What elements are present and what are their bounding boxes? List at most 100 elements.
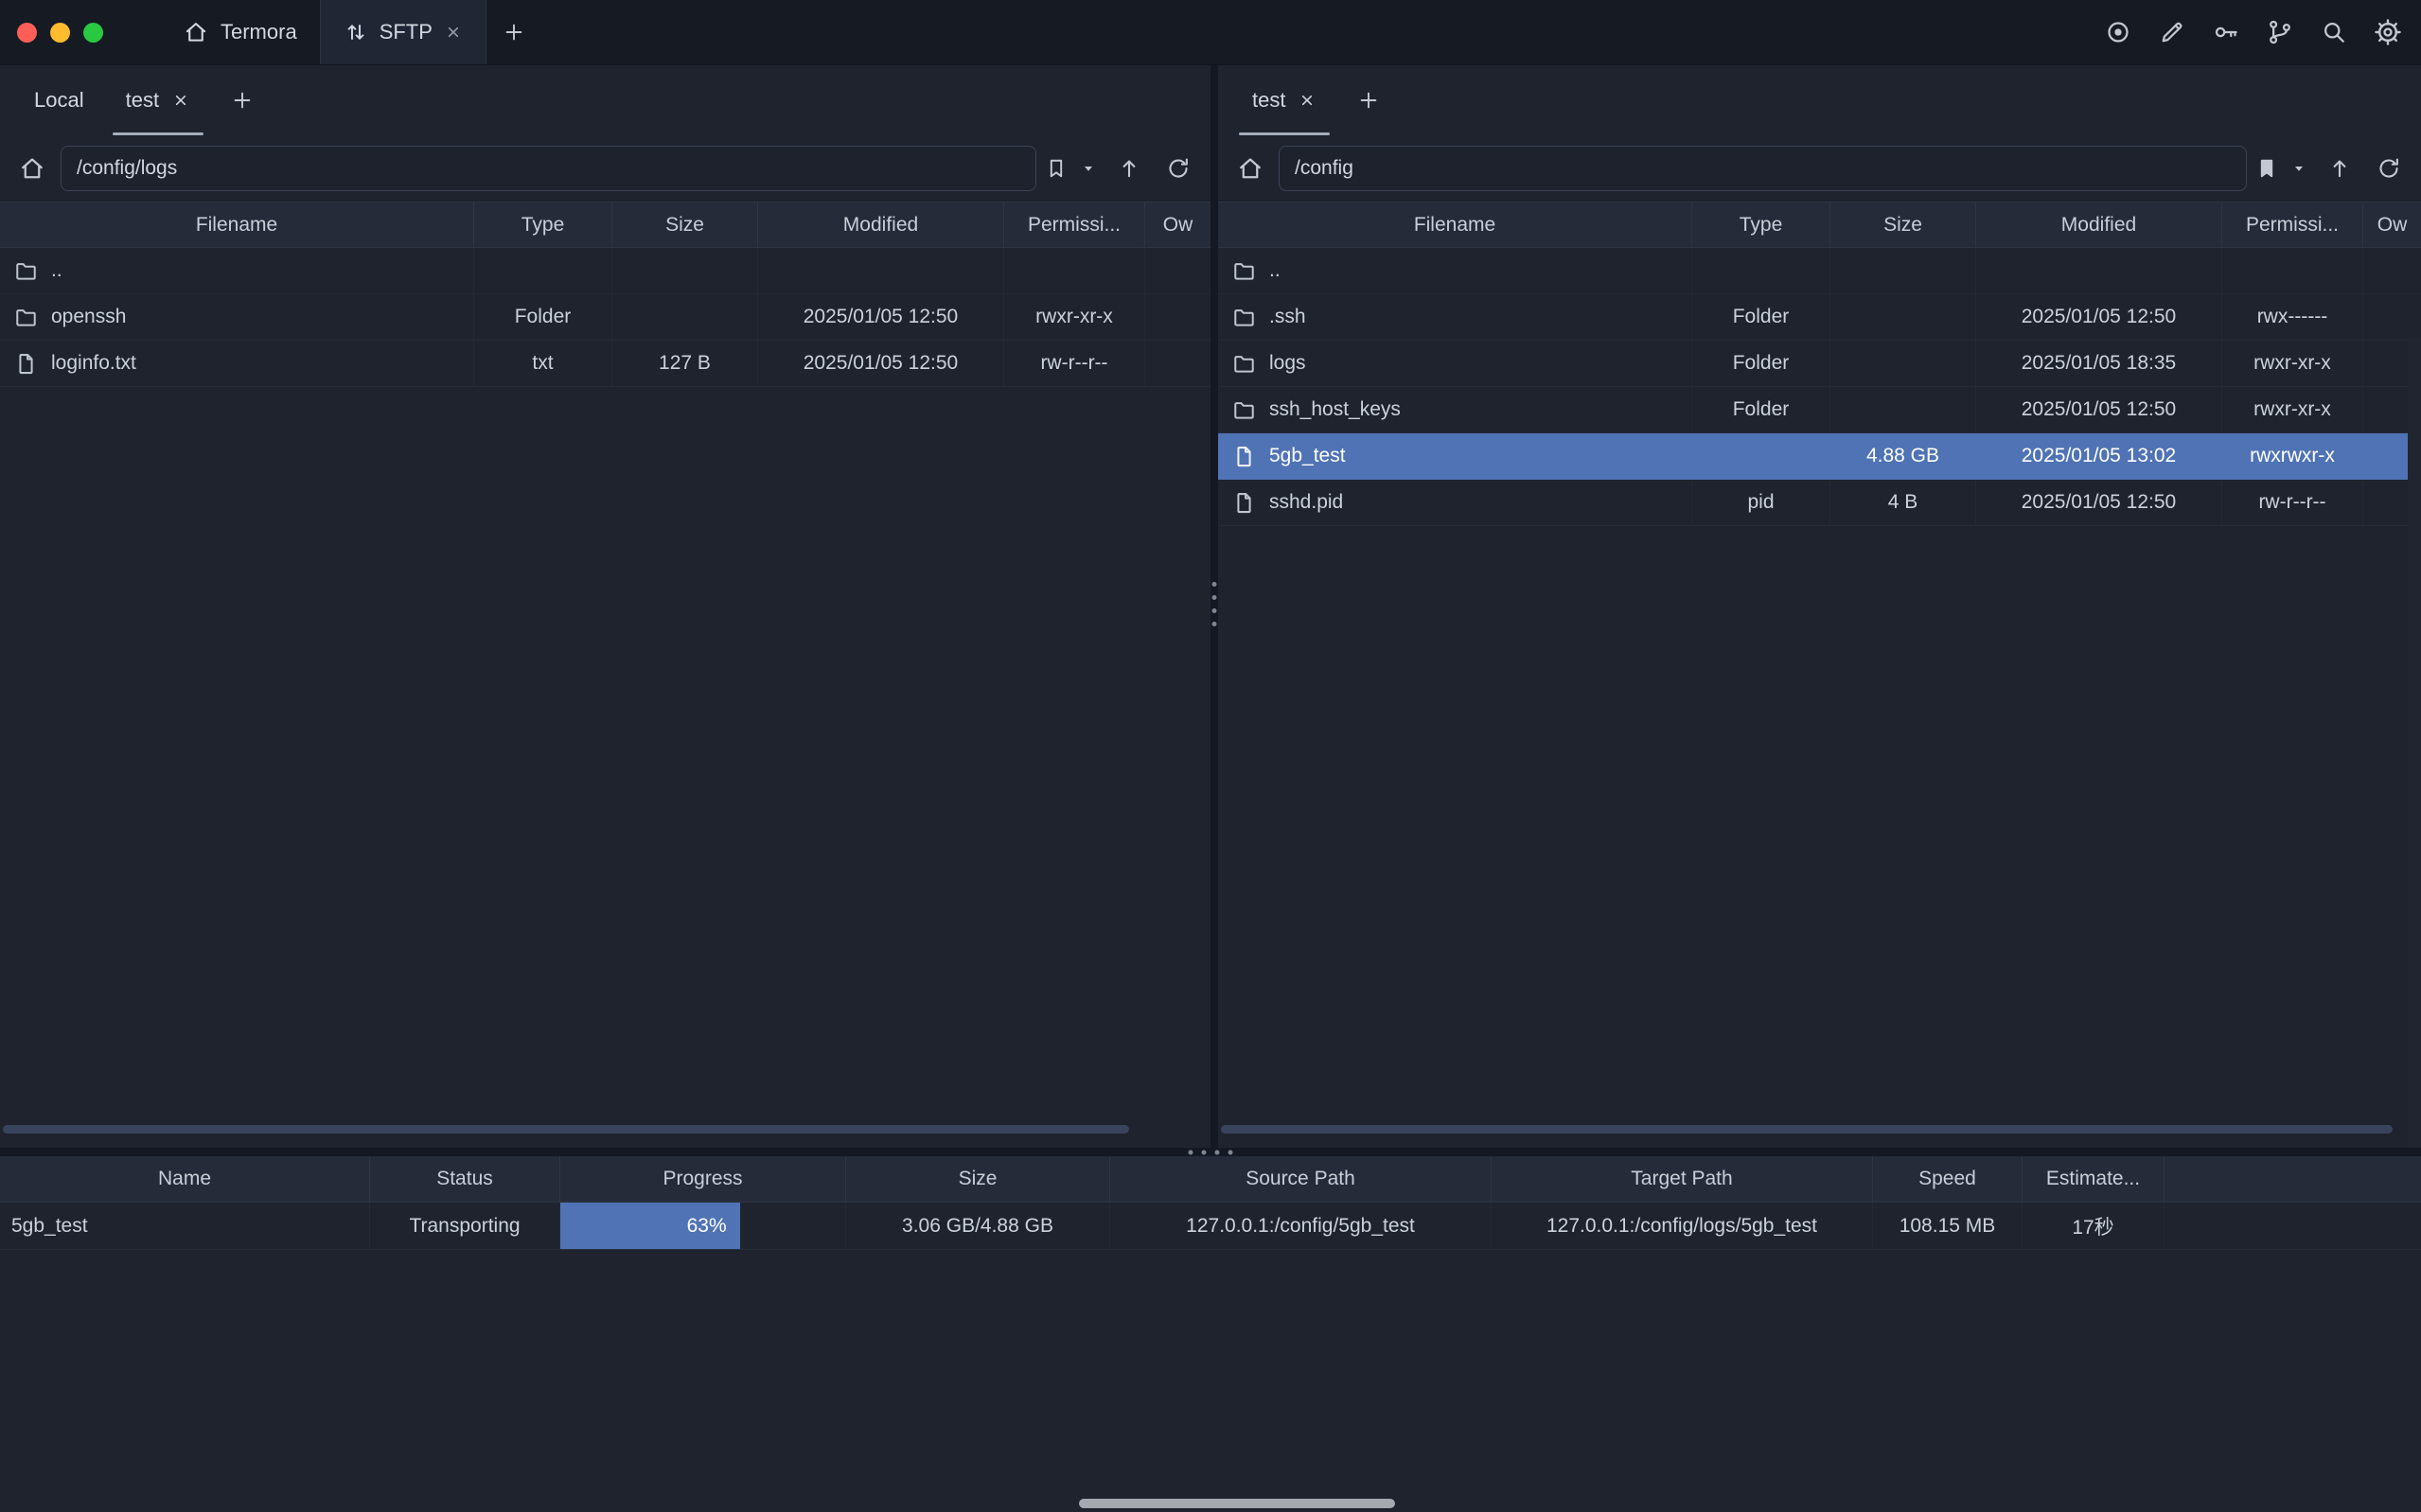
file-size [1830, 248, 1976, 293]
tab-termora[interactable]: Termora [160, 0, 320, 64]
column-header-owner[interactable]: Ow [1145, 202, 1210, 247]
splitter-grip [1189, 1150, 1233, 1154]
filename: ssh_host_keys [1269, 398, 1401, 421]
column-header-estimate: Estimate... [2023, 1156, 2165, 1202]
transfers-panel: Name Status Progress Size Source Path Ta… [0, 1156, 2421, 1512]
close-icon[interactable] [1298, 91, 1317, 110]
titlebar: Termora SFTP [0, 0, 2421, 65]
filename: logs [1269, 352, 1306, 375]
new-window-tab-button[interactable] [486, 0, 541, 64]
file-row-selected[interactable]: 5gb_test 4.88 GB 2025/01/05 13:02 rwxrwx… [1218, 433, 2421, 480]
search-icon [2320, 18, 2348, 46]
bookmark-menu-button[interactable] [2287, 148, 2311, 189]
horizontal-scrollbar[interactable] [3, 1125, 1129, 1134]
tab-test-left[interactable]: test [105, 65, 211, 135]
left-file-pane: Local test Filename [0, 65, 1210, 1148]
file-icon [13, 351, 39, 377]
file-row[interactable]: openssh Folder 2025/01/05 12:50 rwxr-xr-… [0, 294, 1210, 341]
folder-icon [1231, 258, 1257, 284]
pane-splitter[interactable] [1210, 65, 1218, 1148]
edit-button[interactable] [2156, 16, 2188, 48]
close-icon[interactable] [171, 91, 190, 110]
file-table-header: Filename Type Size Modified Permissi... … [1218, 202, 2421, 248]
zoom-window-button[interactable] [83, 23, 103, 43]
file-row[interactable]: logs Folder 2025/01/05 18:35 rwxr-xr-x [1218, 341, 2421, 387]
column-header-filename[interactable]: Filename [0, 202, 474, 247]
transfers-table-header: Name Status Progress Size Source Path Ta… [0, 1156, 2421, 1203]
tab-test-label: test [126, 88, 159, 113]
plus-icon [230, 88, 255, 113]
column-header-modified[interactable]: Modified [758, 202, 1004, 247]
forwarding-button[interactable] [2264, 16, 2296, 48]
column-header-type[interactable]: Type [474, 202, 612, 247]
transfers-splitter[interactable] [0, 1148, 2421, 1156]
gear-icon [2373, 17, 2403, 47]
file-size [1830, 341, 1976, 386]
plus-icon [1356, 88, 1381, 113]
horizontal-scrollbar[interactable] [1221, 1125, 2393, 1134]
file-row[interactable]: ssh_host_keys Folder 2025/01/05 12:50 rw… [1218, 387, 2421, 433]
path-input[interactable] [1279, 146, 2247, 191]
parent-directory-button[interactable] [2319, 148, 2360, 189]
minimize-window-button[interactable] [50, 23, 70, 43]
home-button[interactable] [1229, 148, 1271, 189]
column-header-target-path: Target Path [1492, 1156, 1873, 1202]
transfer-target-path: 127.0.0.1:/config/logs/5gb_test [1492, 1203, 1873, 1249]
add-session-tab-button[interactable] [217, 65, 268, 135]
refresh-button[interactable] [1157, 148, 1199, 189]
file-row[interactable]: loginfo.txt txt 127 B 2025/01/05 12:50 r… [0, 341, 1210, 387]
chevron-down-icon [2288, 158, 2309, 179]
column-header-size[interactable]: Size [1830, 202, 1976, 247]
progress-label: 63% [687, 1215, 727, 1238]
column-header-owner[interactable]: Ow [2363, 202, 2421, 247]
filename: 5gb_test [1269, 445, 1346, 467]
close-window-button[interactable] [17, 23, 37, 43]
tab-local[interactable]: Local [13, 65, 105, 135]
column-header-permissions[interactable]: Permissi... [1004, 202, 1145, 247]
file-modified: 2025/01/05 13:02 [1976, 433, 2222, 479]
file-type: Folder [1692, 387, 1830, 432]
tab-test-label: test [1252, 88, 1285, 113]
titlebar-actions [2102, 0, 2421, 64]
file-owner [2363, 248, 2421, 293]
bookmark-button[interactable] [2254, 148, 2279, 189]
column-header-type[interactable]: Type [1692, 202, 1830, 247]
close-icon [444, 23, 463, 42]
file-size [612, 248, 758, 293]
file-row-parent[interactable]: .. [0, 248, 1210, 294]
bookmark-button[interactable] [1044, 148, 1069, 189]
file-permissions: rwxr-xr-x [2222, 387, 2363, 432]
transfer-row[interactable]: 5gb_test Transporting 63% 3.06 GB/4.88 G… [0, 1203, 2421, 1250]
keys-button[interactable] [2210, 16, 2242, 48]
file-modified: 2025/01/05 12:50 [1976, 480, 2222, 525]
settings-button[interactable] [2372, 16, 2404, 48]
record-button[interactable] [2102, 16, 2134, 48]
overlay-scrollbar-thumb[interactable] [1079, 1499, 1395, 1508]
file-modified: 2025/01/05 12:50 [1976, 387, 2222, 432]
column-header-modified[interactable]: Modified [1976, 202, 2222, 247]
column-header-filename[interactable]: Filename [1218, 202, 1692, 247]
tab-test-right[interactable]: test [1231, 65, 1337, 135]
file-row[interactable]: .ssh Folder 2025/01/05 12:50 rwx------ [1218, 294, 2421, 341]
search-button[interactable] [2318, 16, 2350, 48]
file-row-parent[interactable]: .. [1218, 248, 2421, 294]
bookmark-menu-button[interactable] [1076, 148, 1101, 189]
filename: .ssh [1269, 306, 1306, 328]
column-header-size[interactable]: Size [612, 202, 758, 247]
home-button[interactable] [11, 148, 53, 189]
file-permissions: rwxr-xr-x [1004, 294, 1145, 340]
tab-sftp[interactable]: SFTP [320, 0, 486, 64]
file-permissions: rw-r--r-- [1004, 341, 1145, 386]
column-header-permissions[interactable]: Permissi... [2222, 202, 2363, 247]
refresh-button[interactable] [2368, 148, 2410, 189]
tab-sftp-close-button[interactable] [444, 23, 463, 42]
vertical-scrollbar-track[interactable] [2408, 338, 2421, 1148]
transfer-source-path: 127.0.0.1:/config/5gb_test [1110, 1203, 1492, 1249]
add-session-tab-button[interactable] [1343, 65, 1394, 135]
file-row[interactable]: sshd.pid pid 4 B 2025/01/05 12:50 rw-r--… [1218, 480, 2421, 526]
parent-directory-button[interactable] [1108, 148, 1150, 189]
file-table-header: Filename Type Size Modified Permissi... … [0, 202, 1210, 248]
path-input[interactable] [61, 146, 1036, 191]
refresh-icon [1165, 155, 1192, 182]
home-icon [1236, 154, 1264, 183]
